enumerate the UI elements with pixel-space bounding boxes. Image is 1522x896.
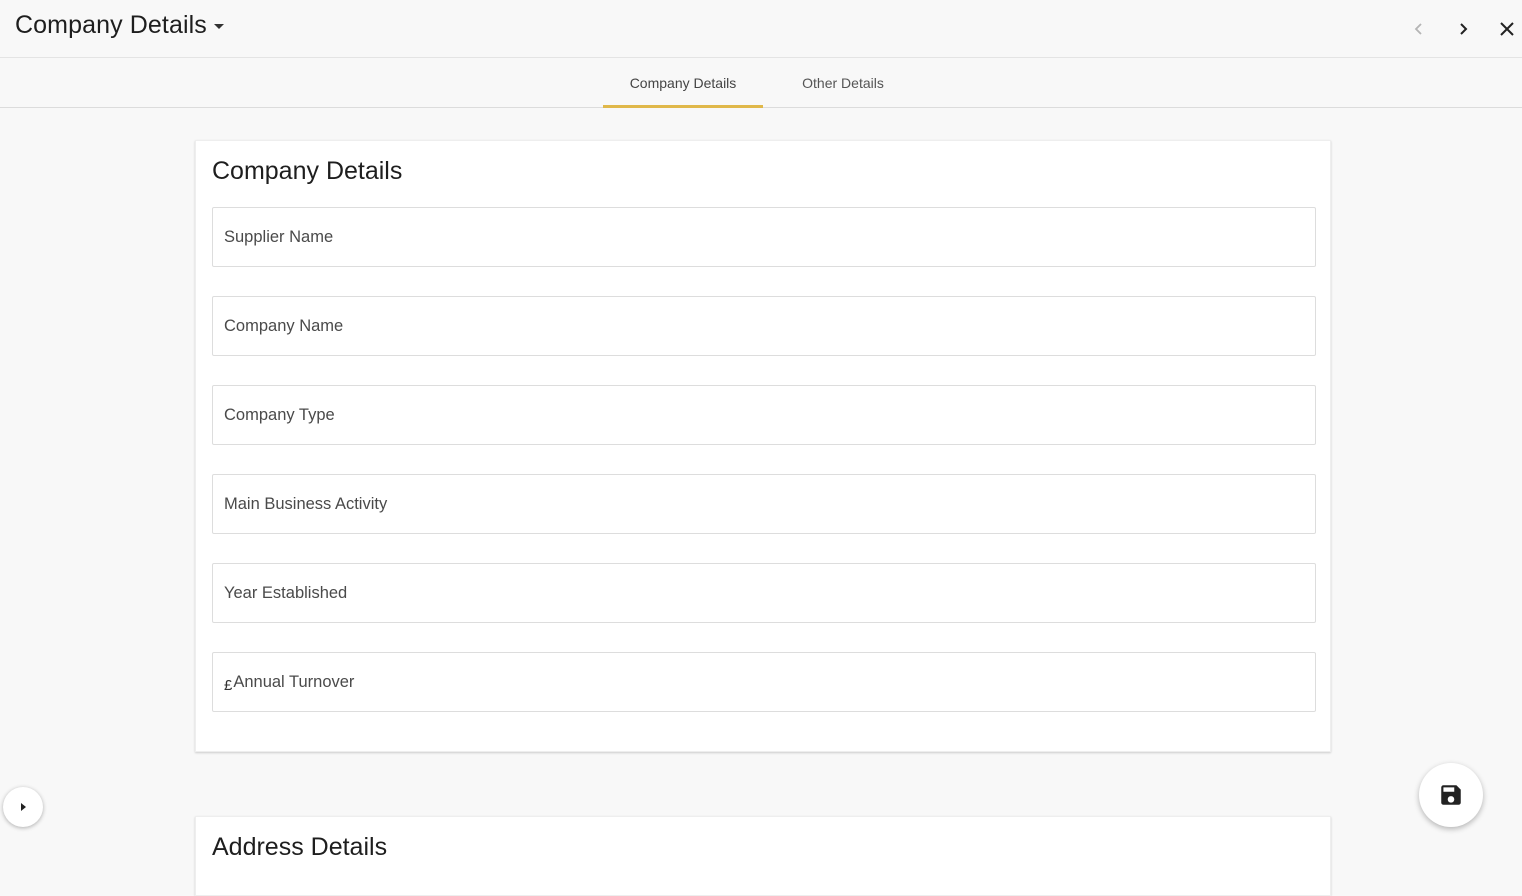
tab-company-details[interactable]: Company Details (603, 59, 763, 108)
section-title: Company Details (212, 157, 403, 185)
field-label: Supplier Name (224, 227, 334, 246)
field-label: Year Established (224, 583, 348, 602)
address-details-card: Address Details (195, 816, 1331, 896)
sidebar-toggle-button[interactable] (3, 787, 43, 827)
page-title: Company Details (15, 11, 207, 39)
field-label: Annual Turnover (233, 672, 355, 691)
caret-down-icon (213, 24, 224, 29)
close-button[interactable] (1492, 14, 1522, 44)
year-established-field[interactable]: Year Established (212, 563, 1316, 623)
field-label: Main Business Activity (224, 494, 388, 513)
tab-bar: Company Details Other Details (0, 59, 1522, 108)
tab-other-details[interactable]: Other Details (783, 59, 903, 107)
company-name-field[interactable]: Company Name (212, 296, 1316, 356)
field-label: Company Type (224, 405, 335, 424)
annual-turnover-field[interactable]: £ Annual Turnover (212, 652, 1316, 712)
main-business-activity-field[interactable]: Main Business Activity (212, 474, 1316, 534)
close-icon (1500, 22, 1514, 36)
save-icon (1441, 785, 1461, 805)
company-type-field[interactable]: Company Type (212, 385, 1316, 445)
chevron-right-icon (1460, 23, 1468, 35)
caret-right-icon (21, 803, 26, 811)
company-details-card: Company Details Supplier Name Company Na… (195, 140, 1331, 752)
chevron-left-icon (1414, 23, 1422, 35)
supplier-name-field[interactable]: Supplier Name (212, 207, 1316, 267)
section-title: Address Details (212, 833, 388, 861)
save-button[interactable] (1419, 763, 1483, 827)
previous-button[interactable] (1404, 14, 1434, 44)
field-label: Company Name (224, 316, 344, 335)
next-button[interactable] (1448, 14, 1478, 44)
top-bar: Company Details (0, 0, 1522, 58)
page-title-dropdown[interactable]: Company Details (15, 11, 224, 40)
currency-prefix: £ (224, 676, 233, 694)
